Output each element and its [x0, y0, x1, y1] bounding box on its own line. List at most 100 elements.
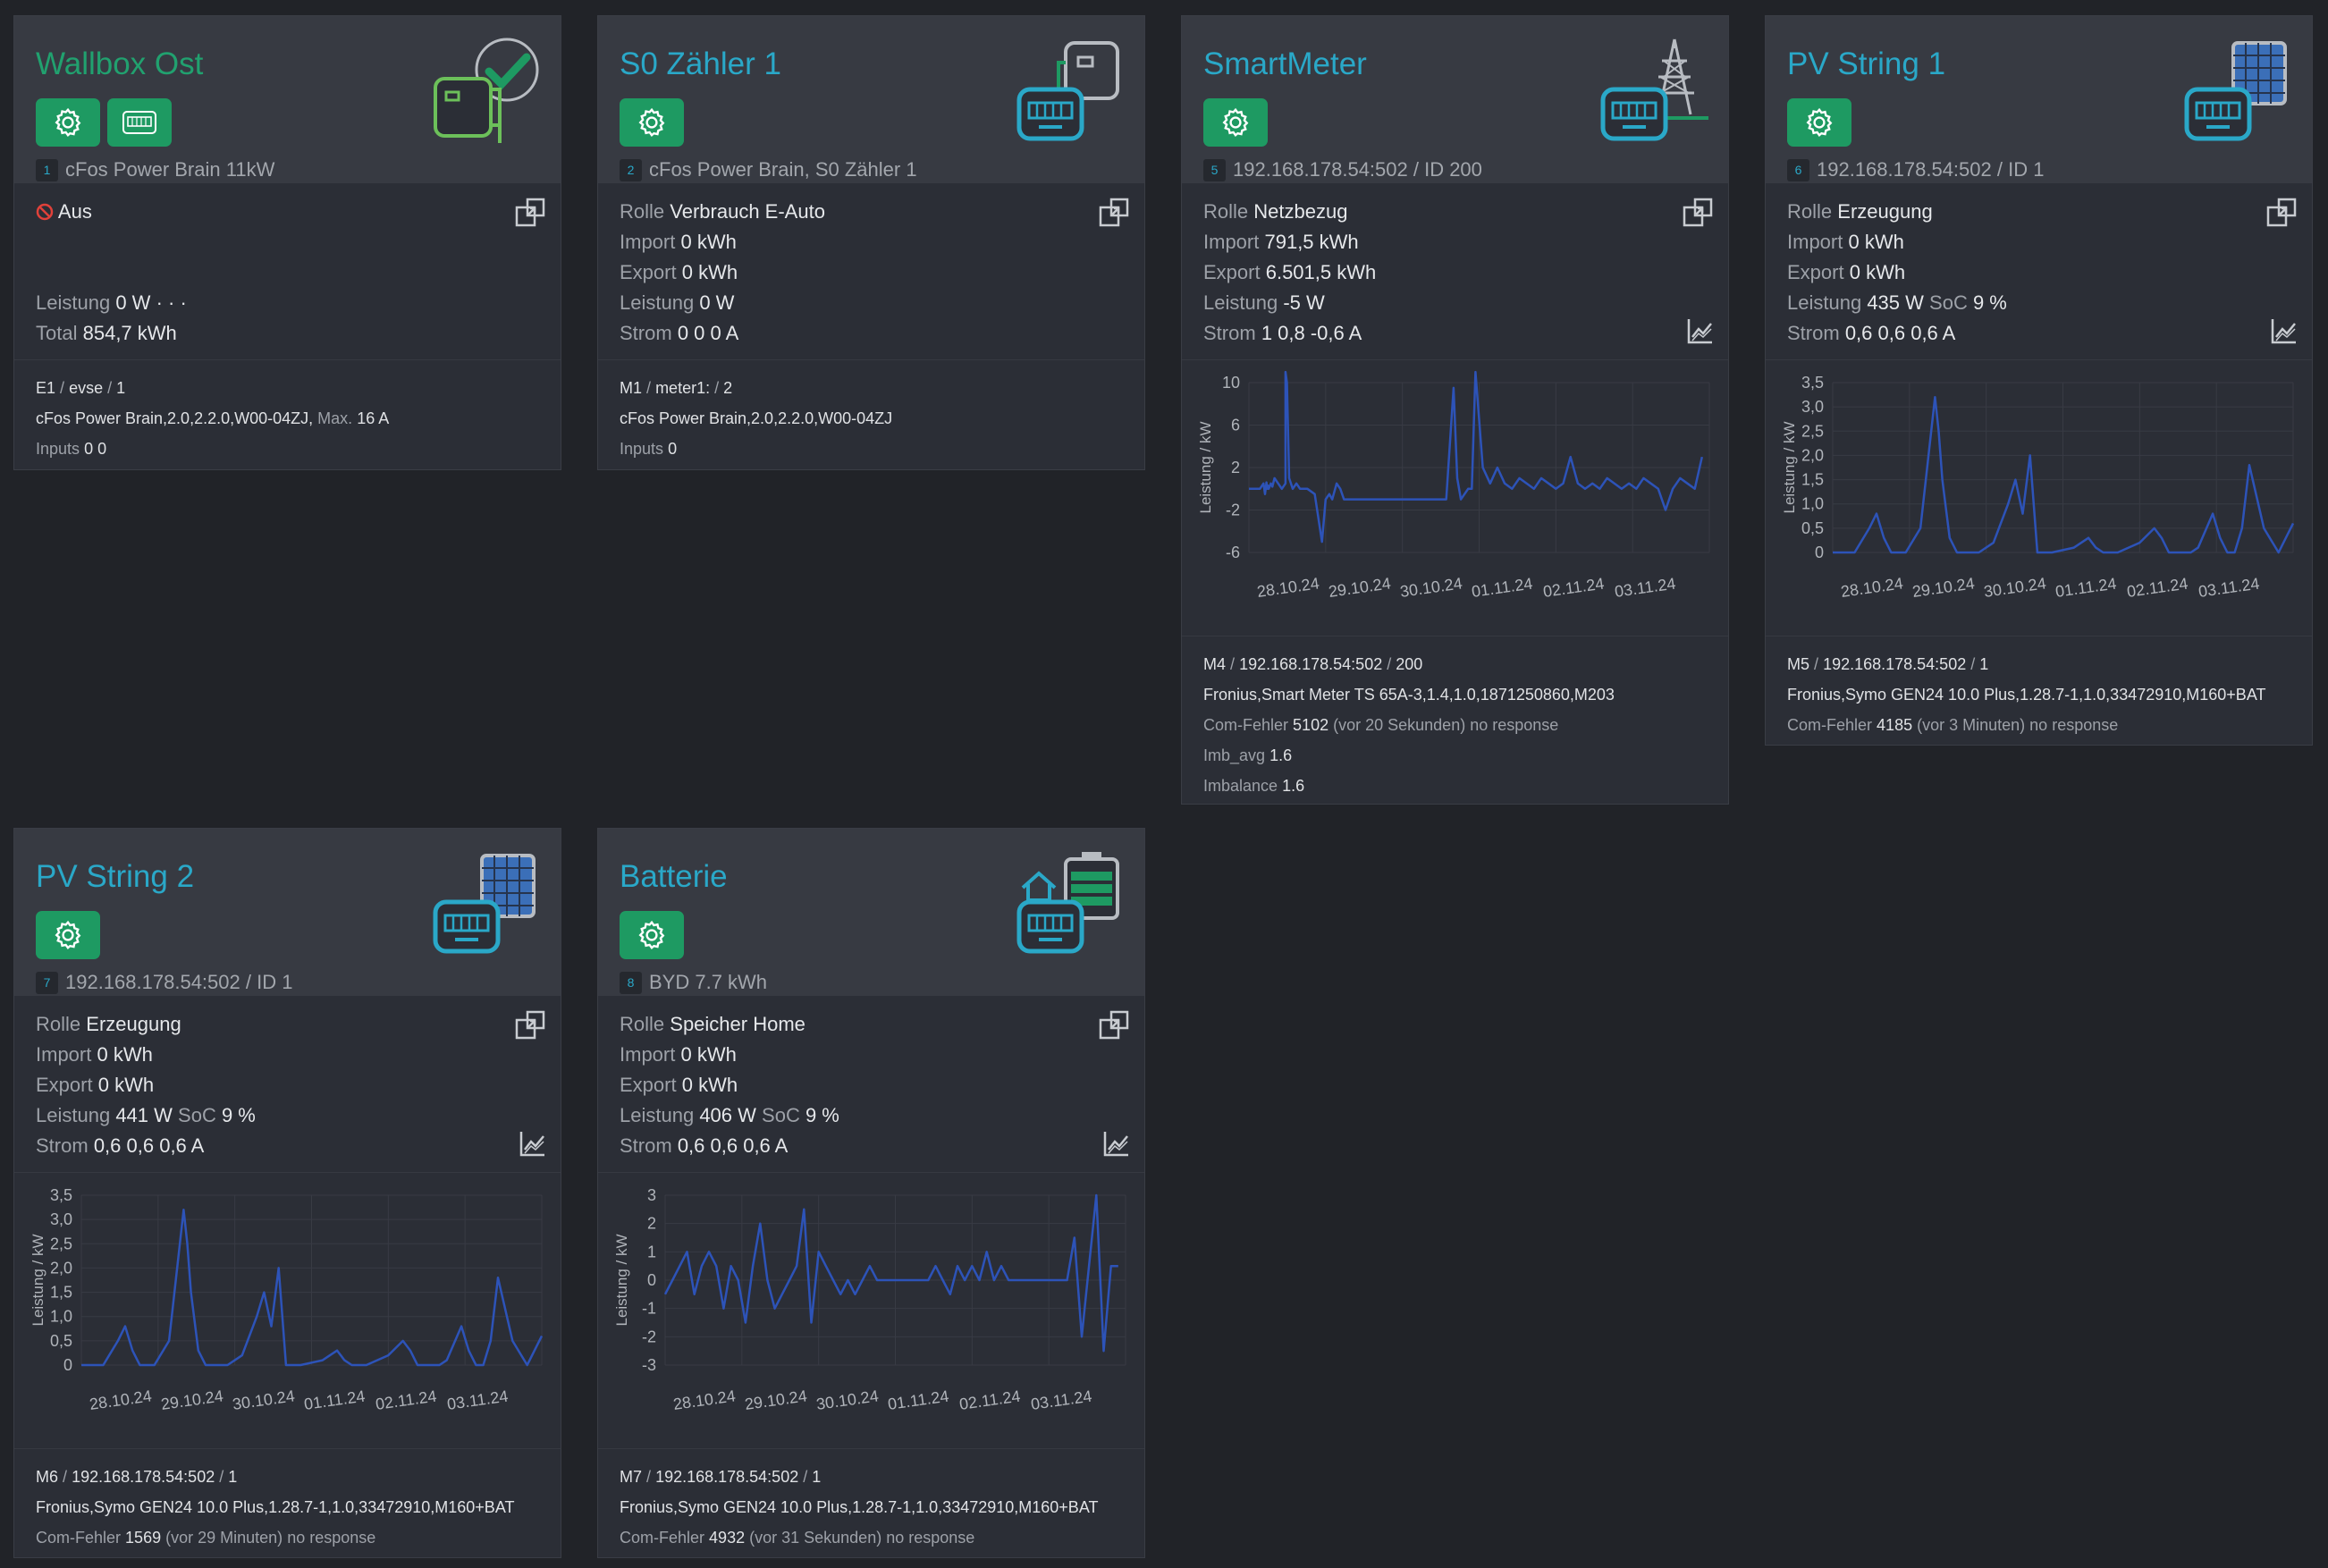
y-tick-label: -1	[642, 1300, 656, 1318]
footer-error-line: Com-Fehler 4932 (vor 31 Sekunden) no res…	[620, 1529, 975, 1547]
y-tick-label: -6	[1226, 544, 1240, 561]
chart-toggle-icon[interactable]	[1101, 1128, 1132, 1159]
s0-meter-icon	[1016, 41, 1119, 141]
device-card-s0-zaehler-1: S0 Zähler 1 2 cFos Power Brain, S0 Zähler…	[597, 15, 1145, 470]
device-subtitle: 5 192.168.178.54:502 / ID 200	[1203, 158, 1482, 181]
card-title[interactable]: Batterie	[620, 859, 728, 895]
gear-icon	[55, 920, 81, 950]
gear-icon	[638, 107, 665, 138]
card-title[interactable]: S0 Zähler 1	[620, 46, 781, 82]
device-card-pv-string-1: PV String 1 6 192.168.178.54:502 / ID 1 R…	[1765, 15, 2313, 746]
solar-panel-meter-icon	[2184, 41, 2287, 141]
y-tick-label: -2	[642, 1328, 656, 1345]
card-title[interactable]: Wallbox Ost	[36, 46, 203, 82]
footer-inputs-line: Inputs 0 0	[36, 440, 107, 458]
stat-row-rolle: Rolle Speicher Home	[620, 1013, 806, 1035]
y-tick-label: 10	[1222, 374, 1240, 392]
series-line	[663, 1193, 1118, 1353]
device-index: 8	[620, 971, 642, 994]
settings-button[interactable]	[620, 98, 684, 147]
device-index: 5	[1203, 158, 1226, 181]
stat-row-total: Total 854,7 kWh	[36, 322, 177, 344]
stat-row-rolle: Rolle Erzeugung	[1787, 200, 1933, 223]
device-type: cFos Power Brain, S0 Zähler 1	[649, 158, 917, 181]
y-tick-label: -3	[642, 1356, 656, 1374]
y-tick-label: 0	[63, 1356, 72, 1374]
device-card-smartmeter: SmartMeter 5 192.168.178.54:502 / ID 200 …	[1181, 15, 1729, 805]
device-index: 7	[36, 971, 58, 994]
stat-row-leistung: Leistung 406 W SoC 9 %	[620, 1104, 839, 1126]
card-footer: M5 / 192.168.178.54:502 / 1 Fronius,Symo…	[1766, 636, 2312, 747]
stat-row-export: Export 0 kWh	[1787, 261, 1906, 283]
meter-button[interactable]	[107, 98, 172, 147]
x-tick-label: 02.11.24	[2126, 575, 2189, 601]
stat-row-rolle: Rolle Verbrauch E-Auto	[620, 200, 825, 223]
x-tick-label: 02.11.24	[375, 1387, 438, 1413]
stat-row-export: Export 0 kWh	[620, 261, 738, 283]
device-type: 192.168.178.54:502 / ID 1	[65, 971, 293, 993]
footer-id-line: M5 / 192.168.178.54:502 / 1	[1787, 655, 1989, 673]
chart-toggle-icon[interactable]	[518, 1128, 548, 1159]
open-external-icon[interactable]	[1098, 196, 1132, 230]
power-chart: 3 2 1 0 -1 -2 -3 Leistung / kW 28.10.24 29.10.24 3…	[613, 1186, 1126, 1413]
y-tick-label: -2	[1226, 502, 1240, 519]
card-footer: M7 / 192.168.178.54:502 / 1 Fronius,Symo…	[598, 1449, 1144, 1560]
x-tick-label: 30.10.24	[232, 1387, 296, 1413]
x-tick-label: 29.10.24	[744, 1387, 808, 1413]
footer-id-line: M4 / 192.168.178.54:502 / 200	[1203, 655, 1423, 673]
open-external-icon[interactable]	[514, 1008, 548, 1042]
x-tick-label: 02.11.24	[958, 1387, 1022, 1413]
settings-button[interactable]	[1203, 98, 1268, 147]
stat-row-leistung: Leistung 435 W SoC 9 %	[1787, 291, 2007, 314]
open-external-icon[interactable]	[1098, 1008, 1132, 1042]
open-external-icon[interactable]	[2265, 196, 2299, 230]
device-subtitle: 2 cFos Power Brain, S0 Zähler 1	[620, 158, 917, 181]
device-index: 1	[36, 158, 58, 181]
y-axis-label: Leistung / kW	[613, 1235, 630, 1327]
footer-id-line: M6 / 192.168.178.54:502 / 1	[36, 1468, 238, 1486]
y-tick-label: 2,5	[1801, 422, 1824, 440]
power-chart: 3,5 3,0 2,5 2,0 1,5 1,0 0,5 0 Leistung / kW 28.10…	[30, 1186, 544, 1413]
x-tick-label: 28.10.24	[1840, 574, 1904, 601]
meter-icon	[122, 111, 156, 134]
settings-button[interactable]	[36, 98, 100, 147]
y-tick-label: 0,5	[50, 1332, 72, 1350]
gear-icon	[638, 920, 665, 950]
power-chart: 3,5 3,0 2,5 2,0 1,5 1,0 0,5 0 Leistung / kW 28.10…	[1781, 374, 2295, 601]
device-subtitle: 1 cFos Power Brain 11kW	[36, 158, 274, 181]
footer-id-line: M7 / 192.168.178.54:502 / 1	[620, 1468, 822, 1486]
more-dots[interactable]: · · ·	[156, 291, 187, 314]
y-tick-label: 3,0	[1801, 398, 1824, 416]
forbidden-icon	[36, 203, 54, 221]
footer-id-line: M1 / meter1: / 2	[620, 379, 733, 397]
footer-error-line: Com-Fehler 1569 (vor 29 Minuten) no resp…	[36, 1529, 376, 1547]
x-tick-label: 29.10.24	[1328, 574, 1392, 601]
open-external-icon[interactable]	[514, 196, 548, 230]
card-title[interactable]: SmartMeter	[1203, 46, 1367, 82]
open-external-icon[interactable]	[1682, 196, 1716, 230]
stat-row-import: Import 0 kWh	[36, 1043, 153, 1066]
y-tick-label: 0	[1815, 544, 1824, 561]
settings-button[interactable]	[36, 911, 100, 959]
device-index: 6	[1787, 158, 1809, 181]
y-tick-label: 6	[1231, 417, 1240, 434]
x-tick-label: 30.10.24	[1399, 574, 1463, 601]
x-tick-label: 03.11.24	[2197, 575, 2261, 601]
stat-row-leistung: Leistung -5 W	[1203, 291, 1325, 314]
card-title[interactable]: PV String 2	[36, 859, 194, 895]
settings-button[interactable]	[1787, 98, 1851, 147]
y-tick-label: 3	[647, 1186, 656, 1204]
device-type: cFos Power Brain 11kW	[65, 158, 275, 181]
footer-firmware-line: Fronius,Symo GEN24 10.0 Plus,1.28.7-1,1.…	[1787, 686, 2266, 704]
stat-row-rolle: Rolle Erzeugung	[36, 1013, 181, 1035]
card-title[interactable]: PV String 1	[1787, 46, 1945, 82]
y-tick-label: 0,5	[1801, 519, 1824, 537]
stat-row-import: Import 791,5 kWh	[1203, 231, 1359, 253]
x-tick-label: 01.11.24	[887, 1387, 950, 1413]
x-tick-label: 29.10.24	[160, 1387, 224, 1413]
device-type: BYD 7.7 kWh	[649, 971, 768, 993]
settings-button[interactable]	[620, 911, 684, 959]
chart-toggle-icon[interactable]	[1685, 316, 1716, 346]
chart-toggle-icon[interactable]	[2269, 316, 2299, 346]
stat-row-leistung: Leistung 441 W SoC 9 %	[36, 1104, 256, 1126]
